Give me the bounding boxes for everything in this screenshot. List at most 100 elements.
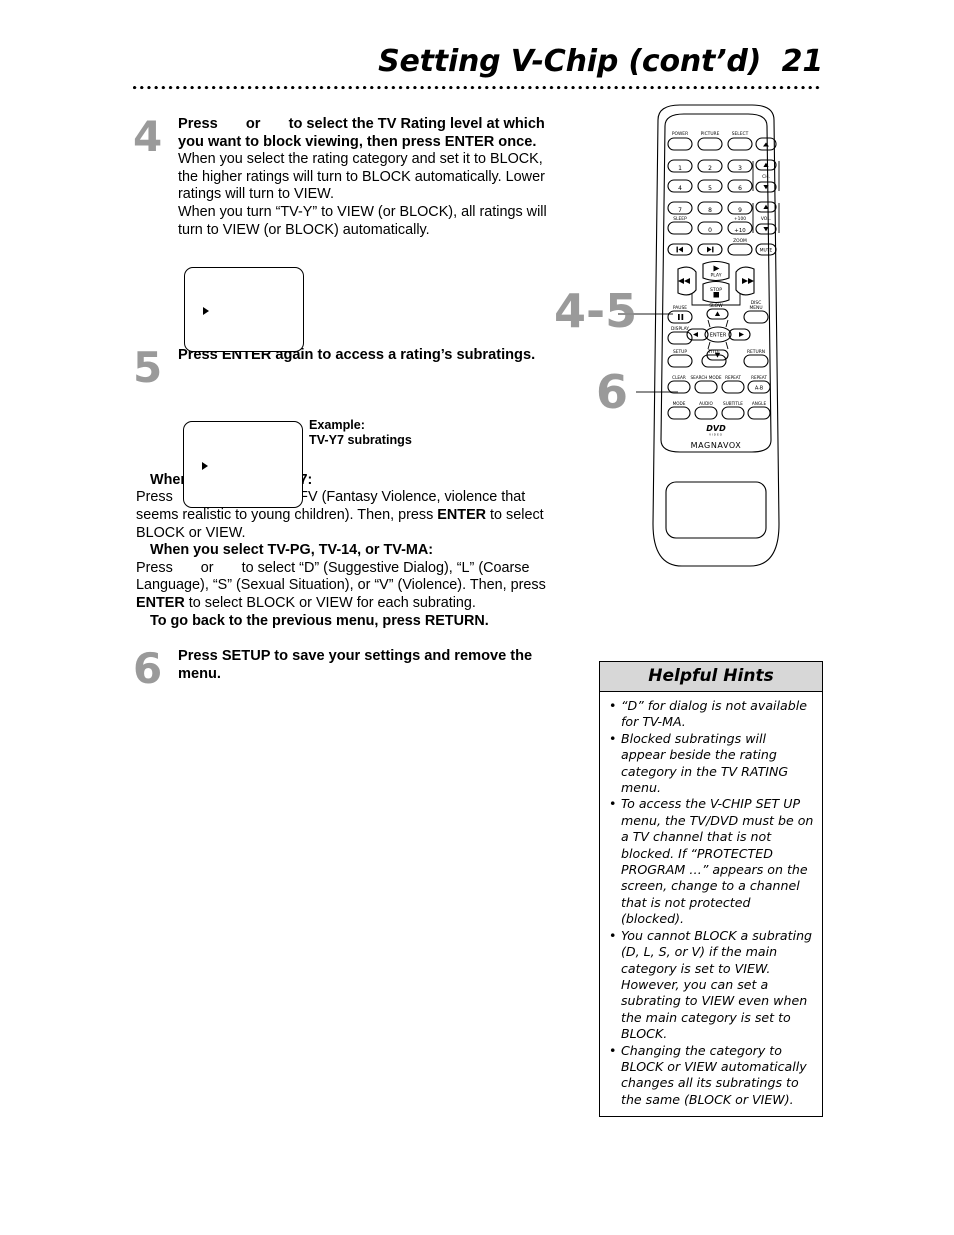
pg-enter-label: ENTER [136,594,185,611]
zoom-label: ZOOM [733,238,747,244]
rewind-arrow-icon [684,278,690,284]
slow-label: SLOW [709,303,723,309]
number-0-label: 0 [708,227,712,234]
remote-control-diagram: POWER PICTURE SELECT 1 2 3 4 5 6 7 8 9 0… [652,104,780,567]
title-label: TITLE [707,349,720,355]
step-4: 4 Press or to select the TV Rating level… [133,116,553,239]
select-label: SELECT [732,131,749,137]
power-button[interactable] [667,137,693,151]
picture-label: PICTURE [701,131,720,137]
mode-button[interactable] [667,406,691,420]
repeat-ab-label: A-B [755,386,764,392]
sleep-button[interactable] [667,221,693,235]
step-5-number: 5 [133,343,163,393]
number-7-label: 7 [678,207,682,214]
helpful-hints-title: Helpful Hints [600,662,822,692]
skip-forward-icon [707,246,712,253]
list-item: You cannot BLOCK a subrating (D, L, S, o… [608,928,814,1043]
stop-label: STOP [710,287,722,293]
number-6-label: 6 [738,185,742,192]
eject-triangle-icon [763,142,769,147]
step-4-lead-c: to select the TV Rating level at which y… [178,116,545,150]
return-note-b: RETURN. [424,612,489,629]
disc-menu-label-2: MENU [749,305,762,311]
zoom-button[interactable] [727,243,753,256]
dpad-up-arrow-icon [714,311,721,316]
repeat-button[interactable] [721,380,745,394]
y7-text-a: Press [136,489,177,506]
step-4-number: 4 [133,112,163,161]
step-4-note: When you select the rating category and … [178,151,547,238]
y7-enter-label: ENTER [437,506,487,523]
skip-back-icon [678,246,683,253]
pg-text-b: or [196,559,218,576]
pg-text-d: to select BLOCK or VIEW for each subrati… [184,594,476,611]
number-3-label: 3 [738,165,742,172]
pause-button[interactable] [667,310,693,324]
dvd-logo-sub: VIDEO [709,433,723,437]
skip-back-bar-icon [676,246,678,253]
repeat-ab-top-label: REPEAT [751,375,767,380]
pause-bar-icon-2 [681,314,684,320]
list-item: Changing the category to BLOCK or VIEW a… [608,1043,814,1109]
page-header: Setting V-Chip (cont’d) 21 [133,44,823,90]
skip-forward-bar-icon [712,246,714,253]
audio-button[interactable] [694,406,718,420]
number-8-label: 8 [708,207,712,214]
step-6: 6 Press SETUP to save your settings and … [133,648,553,690]
step-6-lead: Press SETUP to save your settings and re… [178,648,533,682]
setup-button[interactable] [667,354,693,368]
setup-label: SETUP [673,349,687,355]
number-1-label: 1 [678,165,682,172]
clear-button[interactable] [667,380,691,394]
disc-menu-button[interactable] [743,310,769,324]
angle-button[interactable] [747,406,771,420]
callout-steps-4-5: 4-5 [554,284,638,338]
power-label: POWER [672,131,688,137]
play-triangle-icon [713,265,720,272]
step-4-lead: Press or to select the TV Rating level a… [178,116,553,151]
list-item: To access the V-CHIP SET UP menu, the TV… [608,796,814,927]
plus100-label: +100 [734,216,746,222]
helpful-hints-box: Helpful Hints “D” for dialog is not avai… [599,661,823,1118]
mute-label: MUTE [760,248,773,254]
tv-screen-illustration-rating-menu [184,267,304,352]
display-label: DISPLAY [671,326,689,332]
page-title: Setting V-Chip (cont’d) 21 [378,44,823,79]
return-button[interactable] [743,354,769,368]
subrating-body-pg: Press or to select “D” (Suggestive Dialo… [136,560,553,613]
cursor-arrow-icon [202,461,208,470]
pg-text-a: Press [136,559,177,576]
title-button[interactable] [701,354,727,368]
header-divider [133,86,823,90]
audio-label: AUDIO [699,401,713,406]
fast-forward-arrow-icon [742,278,748,284]
cursor-arrow-icon [203,307,209,315]
subtitle-button[interactable] [721,406,745,420]
dpad-left-arrow-icon [693,332,698,337]
instructions-column: 4 Press or to select the TV Rating level… [133,116,553,690]
search-mode-button[interactable] [694,380,718,394]
step-4-lead-a: Press [178,116,222,132]
mode-label: MODE [673,401,686,406]
brand-label: MAGNAVOX [691,441,742,450]
return-note: To go back to the previous menu, press R… [136,613,553,631]
volume-label: VOL. [761,216,771,222]
helpful-hints-list: “D” for dialog is not available for TV-M… [600,692,822,1116]
number-4-label: 4 [678,185,682,192]
number-2-label: 2 [708,165,712,172]
return-note-a: To go back to the previous menu, press [150,612,425,629]
subtitle-label: SUBTITLE [723,401,743,406]
remote-bottom-window [665,481,767,539]
select-button[interactable] [727,137,753,151]
enter-label: ENTER [710,333,727,339]
picture-button[interactable] [697,137,723,151]
channel-label: CH. [762,174,770,180]
subrating-heading-pg: When you select TV-PG, TV-14, or TV-MA: [150,542,434,559]
plus10-label: +10 [734,228,746,234]
sleep-label: SLEEP [673,216,687,222]
rewind-arrow-icon-2 [678,278,684,284]
pause-bar-icon [678,314,680,320]
example-caption: Example: TV-Y7 subratings [309,418,412,447]
step-4-lead-b: or [241,116,265,132]
